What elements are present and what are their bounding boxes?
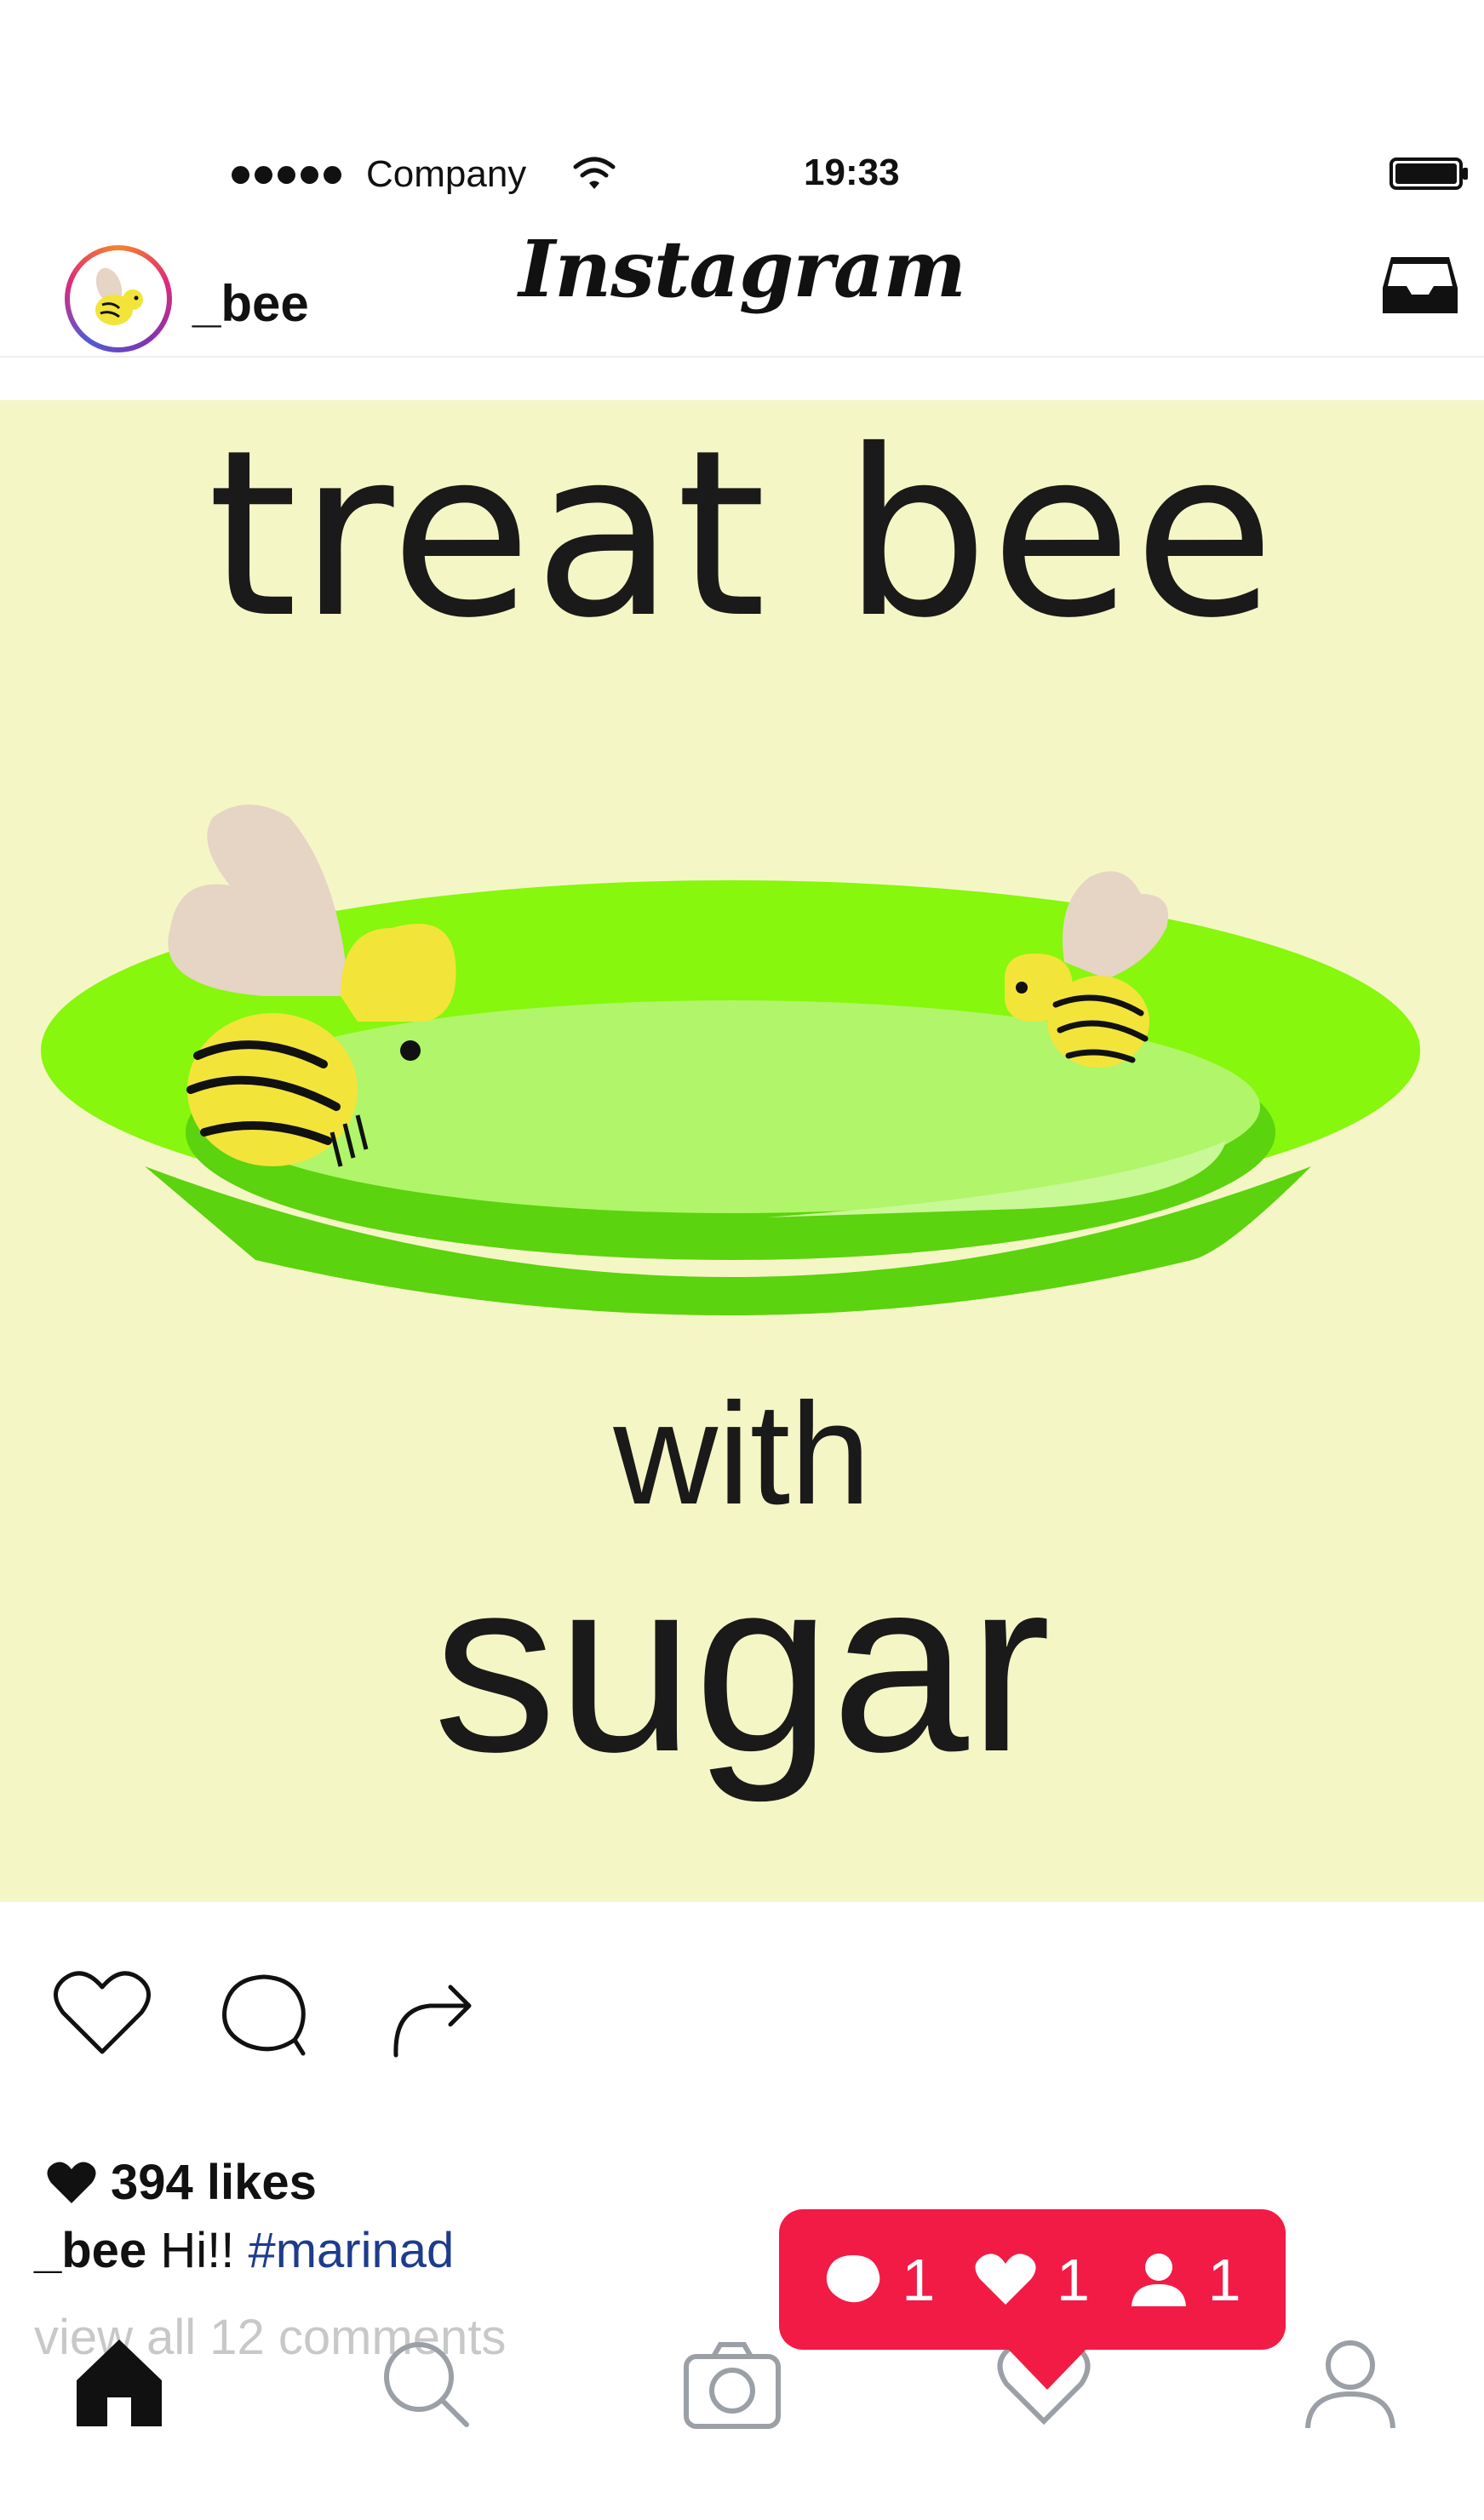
heart-filled-icon: [47, 2162, 96, 2203]
caption-text: Hi!!: [160, 2223, 235, 2278]
caption-username[interactable]: _bee: [34, 2223, 146, 2278]
notif-comments: 1: [823, 2246, 935, 2314]
post-caption: _bee Hi!! #marinad: [34, 2222, 454, 2279]
battery-icon: [1389, 158, 1468, 190]
caption-hashtag[interactable]: #marinad: [248, 2223, 454, 2278]
post-image-line3: sugar: [433, 1527, 1051, 1803]
comment-filled-icon: [827, 2254, 880, 2306]
post-image-line2: with: [613, 1373, 871, 1535]
header-divider: [0, 356, 1484, 358]
comment-icon[interactable]: [213, 1967, 315, 2060]
search-icon[interactable]: [375, 2333, 477, 2435]
post-image[interactable]: treat bee with sugar: [0, 400, 1484, 1902]
profile-icon[interactable]: [1299, 2333, 1401, 2435]
heart-filled-icon: [975, 2253, 1036, 2305]
signal-strength-icon: [232, 162, 341, 187]
app-title: Instagram: [519, 223, 966, 315]
notification-pointer: [1005, 2345, 1090, 2390]
notif-likes: 1: [973, 2246, 1090, 2314]
likes-count[interactable]: 394 likes: [46, 2154, 317, 2211]
activity-notification[interactable]: 1 1 1: [779, 2209, 1286, 2350]
carrier-name: Company: [366, 153, 527, 195]
home-icon[interactable]: [68, 2333, 170, 2435]
user-filled-icon: [1131, 2253, 1186, 2306]
wifi-icon: [573, 157, 616, 189]
notif-followers: 1: [1128, 2246, 1241, 2314]
heart-outline-icon[interactable]: [51, 1967, 153, 2060]
camera-icon[interactable]: [681, 2333, 783, 2435]
likes-text: 394 likes: [111, 2155, 317, 2210]
status-time: 19:33: [804, 152, 900, 193]
share-icon[interactable]: [379, 1967, 481, 2060]
inbox-icon[interactable]: [1379, 252, 1461, 318]
post-image-title: treat bee: [207, 400, 1277, 668]
